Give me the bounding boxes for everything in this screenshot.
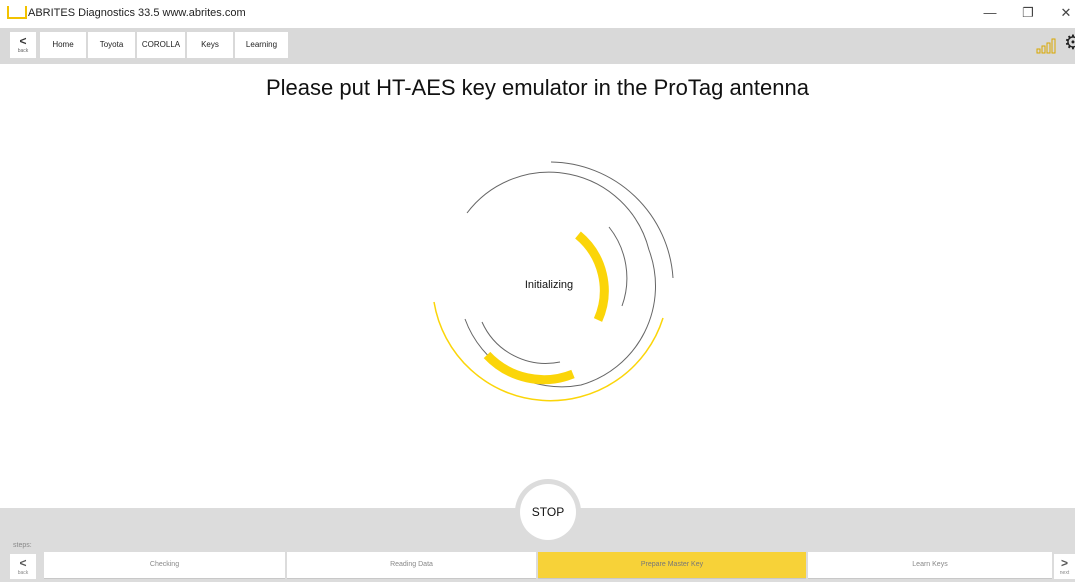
step-back-button[interactable]: < back [10,554,36,579]
spinner-arc-thick-bottom [483,351,575,385]
spinner-arc-inner-gray [608,226,628,307]
step-next-label: next [1059,570,1070,576]
step-back-arrow-icon: < [19,556,27,570]
step-checking: Checking [44,552,285,579]
step-next-arrow-icon: > [1060,556,1068,570]
step-reading-data: Reading Data [287,552,536,579]
step-prepare-master-key: Prepare Master Key [538,552,806,579]
steps-label: steps: [13,542,32,549]
spinner-arc-thick-right [575,231,609,322]
step-back-label: back [17,570,29,576]
step-next-button[interactable]: > next [1054,554,1075,579]
status-text: Initializing [524,279,574,291]
spinner-arc-outer-gray [550,161,674,279]
step-learn-keys: Learn Keys [808,552,1052,579]
stop-button[interactable]: STOP [520,484,576,540]
